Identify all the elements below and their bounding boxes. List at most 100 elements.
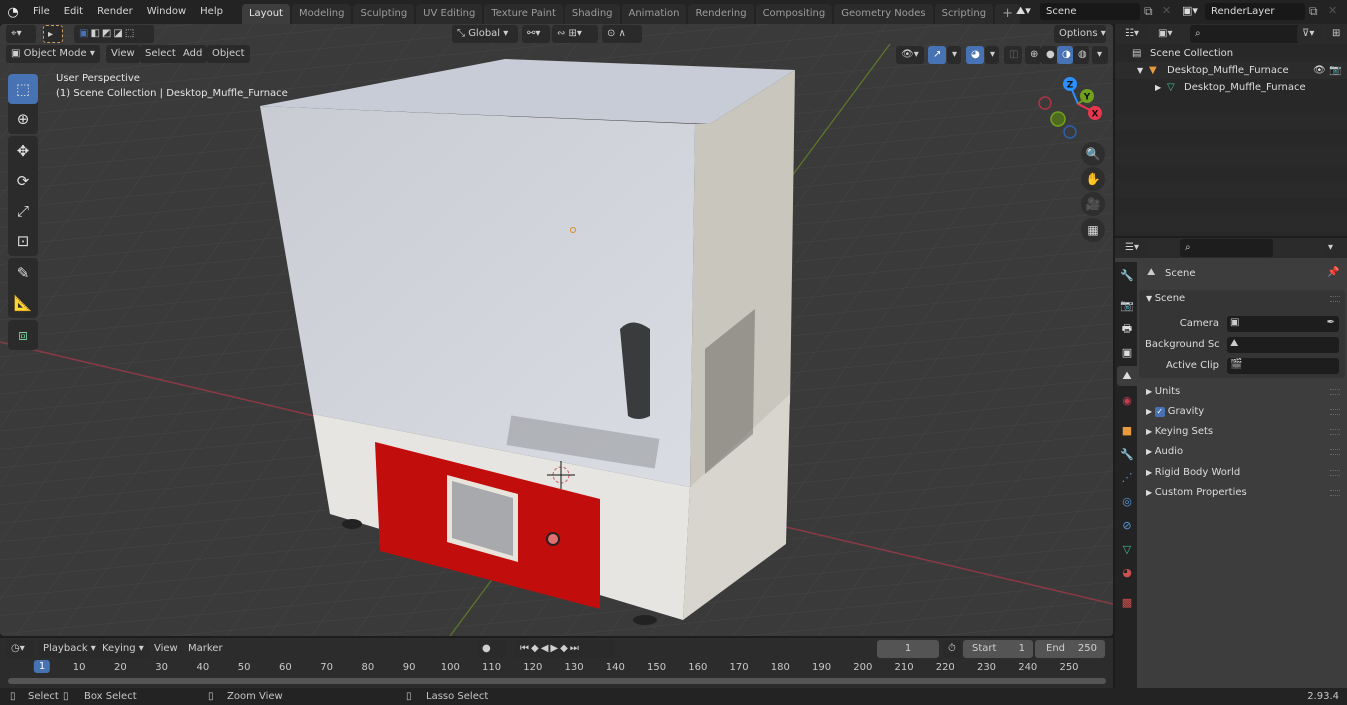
tab-uv-editing[interactable]: UV Editing [416,4,483,24]
panel-drag-handle[interactable] [1330,470,1340,476]
shading-wireframe[interactable]: ⊕ [1025,46,1041,64]
gizmo-dropdown[interactable]: ▾ [947,46,961,64]
cursor-tool[interactable]: ⊕ [8,104,38,134]
camera-field[interactable]: ▣ ✒ [1227,316,1339,332]
play-reverse-icon[interactable]: ◀ [541,643,551,654]
snap-toggle[interactable]: ∾ ⊞▾ [552,25,598,43]
timeline-scrollbar[interactable] [8,678,1106,684]
outliner-display-mode[interactable]: ▣▾ [1153,25,1181,43]
measure-tool[interactable]: 📐 [8,288,38,318]
gizmo-neg-x[interactable] [1038,96,1052,110]
outliner-row-collection[interactable]: ▼ ▼ Desktop_Muffle_Furnace 👁 📷 [1115,62,1347,79]
outliner-row-object[interactable]: ▶ ▽ Desktop_Muffle_Furnace [1115,79,1347,96]
playback-controls[interactable]: ⏮◆◀▶◆⏭ [515,640,615,658]
menu-window[interactable]: Window [140,0,193,24]
panel-drag-handle[interactable] [1330,389,1340,395]
outliner-row-scene-collection[interactable]: ▤ Scene Collection [1115,45,1347,62]
tab-layout[interactable]: Layout [241,4,290,24]
auto-keying-toggle[interactable]: ● [477,640,507,658]
tab-animation[interactable]: Animation [621,4,687,24]
tab-constraints[interactable]: ⊘ [1117,515,1137,535]
select-box-tool[interactable]: ⬚ [8,74,38,104]
shading-dropdown[interactable]: ▾ [1092,46,1108,64]
options-dropdown[interactable]: Options ▾ [1054,25,1106,43]
gizmo-neg-z[interactable] [1063,125,1077,139]
scale-tool[interactable]: ⤢ [8,196,38,226]
tab-output[interactable]: 🖶 [1117,319,1137,339]
gravity-panel[interactable]: ▶ ✓ Gravity [1146,403,1204,421]
pivot-point-dropdown[interactable]: ⚯▾ [522,25,550,43]
visibility-eye-icon[interactable]: 👁 [1313,62,1326,79]
tab-texture-paint[interactable]: Texture Paint [484,4,563,24]
tab-material[interactable]: ◕ [1117,562,1137,582]
expand-arrow-icon[interactable]: ▶ [1155,79,1161,96]
expand-arrow-icon[interactable]: ▼ [1137,62,1143,79]
new-collection-button[interactable]: ⊞ [1327,25,1343,43]
outliner-filter[interactable]: ⊽▾ [1297,25,1323,43]
menu-render[interactable]: Render [90,0,140,24]
tab-data[interactable]: ▽ [1117,539,1137,559]
rigid-body-world-panel[interactable]: ▶ Rigid Body World [1146,464,1240,482]
mode-dropdown[interactable]: ▣ Object Mode ▾ [6,45,100,63]
proportional-editing-toggle[interactable]: ⊙ ∧ [602,25,642,43]
tab-scripting[interactable]: Scripting [934,4,994,24]
selection-mode-buttons[interactable]: ▣◧◩◪⬚ [74,25,154,43]
custom-properties-panel[interactable]: ▶ Custom Properties [1146,484,1247,502]
eyedropper-icon[interactable]: ✒ [1327,317,1335,328]
playback-menu[interactable]: Playback ▾ [38,640,101,658]
tab-render[interactable]: 📷 [1117,295,1137,315]
tab-texture[interactable]: ▩ [1117,592,1137,612]
tab-view-layer[interactable]: ▣ [1117,342,1137,362]
navigation-gizmo[interactable]: Z Y X [1030,72,1110,144]
select-new-icon[interactable]: ▣ [79,28,90,39]
background-scene-field[interactable]: ⛰ [1227,337,1339,353]
tab-modifiers[interactable]: 🔧 [1117,444,1137,464]
new-view-layer-icon[interactable]: ⧉ [1309,4,1318,19]
properties-search[interactable]: ⌕ [1180,239,1273,257]
menu-help[interactable]: Help [193,0,230,24]
tab-rendering[interactable]: Rendering [688,4,754,24]
keying-menu[interactable]: Keying ▾ [97,640,149,658]
properties-options[interactable]: ▾ [1323,239,1339,257]
outliner-editor-type[interactable]: ☷▾ [1120,25,1148,43]
use-preview-range-toggle[interactable]: ⏱ [943,640,961,658]
transform-orientation-dropdown[interactable]: ⤡ Global ▾ [452,25,518,43]
overlays-toggle[interactable]: ◕ [966,46,984,64]
camera-view-button[interactable]: 🎥 [1081,192,1105,216]
tab-tool[interactable]: 🔧 [1117,265,1137,285]
panel-drag-handle[interactable] [1330,490,1340,496]
rotate-tool[interactable]: ⟳ [8,166,38,196]
next-keyframe-icon[interactable]: ◆ [560,643,570,654]
new-scene-icon[interactable]: ⧉ [1144,4,1153,19]
current-frame-field[interactable]: 1 [877,640,939,658]
gizmo-neg-y[interactable] [1050,111,1066,127]
menu-select[interactable]: Select [140,45,181,63]
tab-scene[interactable]: ⛰ [1117,366,1137,386]
gravity-checkbox[interactable]: ✓ [1154,407,1165,417]
timeline-editor-type[interactable]: ◷▾ [6,640,34,658]
select-extend-icon[interactable]: ◧ [90,28,101,39]
xray-toggle[interactable]: ◫ [1004,46,1022,64]
pin-icon[interactable]: 📌 [1327,267,1339,278]
end-frame-field[interactable]: End 250 [1035,640,1105,658]
3d-viewport[interactable]: ⌖▾ ▸ ▣◧◩◪⬚ ⤡ Global ▾ ⚯▾ ∾ ⊞▾ ⊙ ∧ ▣ Obje… [0,24,1113,636]
tab-sculpting[interactable]: Sculpting [353,4,415,24]
tab-physics[interactable]: ◎ [1117,491,1137,511]
start-frame-field[interactable]: Start 1 [963,640,1033,658]
tweak-tool-button[interactable]: ▸ [43,25,63,43]
delete-view-layer-icon[interactable]: ✕ [1328,4,1337,17]
menu-edit[interactable]: Edit [57,0,90,24]
render-camera-icon[interactable]: 📷 [1329,62,1341,79]
blender-logo-icon[interactable]: ◔ [0,5,26,20]
play-icon[interactable]: ▶ [550,643,560,654]
scene-panel-header[interactable]: ▼ Scene [1146,290,1185,308]
marker-menu[interactable]: Marker [183,640,228,658]
visibility-dropdown[interactable]: 👁▾ [896,46,924,64]
move-tool[interactable]: ✥ [8,136,38,166]
active-clip-field[interactable]: 🎬 [1227,358,1339,374]
editor-type-button[interactable]: ⌖▾ [6,25,36,43]
audio-panel[interactable]: ▶ Audio [1146,443,1183,461]
menu-file[interactable]: File [26,0,57,24]
select-subtract-icon[interactable]: ◩ [102,28,113,39]
outliner-search[interactable]: ⌕ [1190,25,1300,43]
